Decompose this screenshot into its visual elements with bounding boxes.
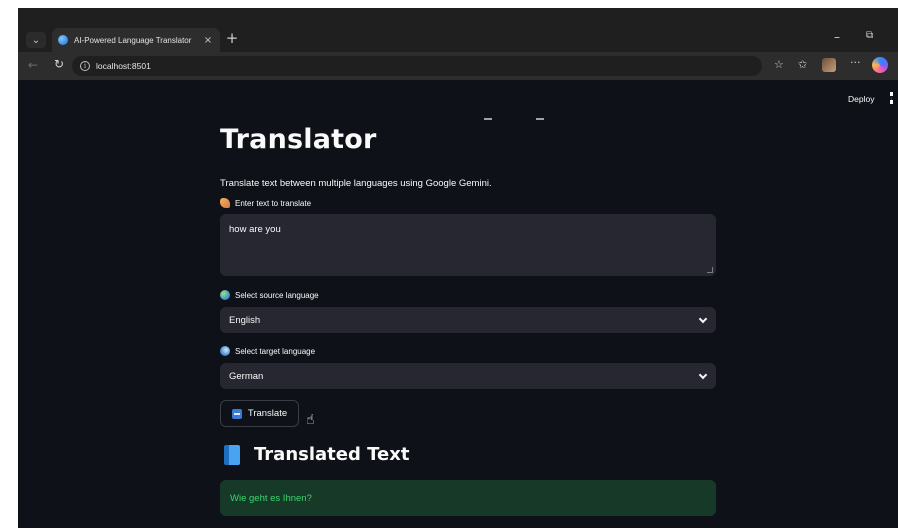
url-text: localhost:8501: [96, 61, 151, 71]
input-label-text: Enter text to translate: [235, 198, 312, 208]
translated-text: Wie geht es Ihnen?: [230, 492, 312, 504]
info-icon[interactable]: i: [80, 61, 90, 71]
star-icon[interactable]: ☆: [774, 58, 784, 71]
browser-window: ⌄ AI-Powered Language Translator × + – ⧉…: [18, 8, 898, 528]
status-indicator: [484, 118, 492, 120]
tab-close-icon[interactable]: ×: [202, 35, 214, 46]
more-icon[interactable]: ···: [850, 56, 861, 69]
app-page: Deploy Translator Translate text between…: [18, 80, 898, 528]
main-menu-icon[interactable]: [890, 92, 893, 104]
target-label-text: Select target language: [235, 346, 316, 356]
text-input-area[interactable]: how are you: [220, 214, 716, 276]
tab-title: AI-Powered Language Translator: [74, 35, 192, 45]
source-label-text: Select source language: [235, 290, 319, 300]
result-heading-text: Translated Text: [254, 444, 410, 465]
result-heading: Translated Text: [220, 444, 409, 465]
writing-hand-icon: [220, 198, 230, 208]
status-indicator: [536, 118, 544, 120]
translate-button-label: Translate: [247, 408, 288, 419]
chevron-down-icon: [698, 314, 708, 323]
target-language-select[interactable]: German: [220, 363, 716, 389]
address-bar[interactable]: i localhost:8501: [72, 56, 762, 76]
tab-menu-icon[interactable]: ⌄: [26, 32, 46, 48]
target-label: Select target language: [220, 346, 315, 356]
resize-handle-icon[interactable]: [707, 267, 713, 273]
page-title: Translator: [220, 124, 377, 155]
target-language-value: German: [229, 370, 264, 382]
tab-strip: ⌄ AI-Powered Language Translator × + – ⧉: [18, 8, 898, 52]
minimize-button[interactable]: –: [834, 30, 840, 44]
favorites-icon[interactable]: ✩: [798, 58, 807, 71]
book-icon: [224, 444, 240, 465]
profile-avatar[interactable]: [822, 58, 836, 72]
source-language-select[interactable]: English: [220, 307, 716, 333]
text-input-value: how are you: [229, 224, 281, 235]
translate-button[interactable]: Translate: [220, 400, 299, 427]
deploy-button[interactable]: Deploy: [848, 94, 874, 104]
reload-icon[interactable]: ↻: [54, 57, 64, 71]
favicon-icon: [58, 35, 68, 45]
globe-icon: [220, 346, 230, 356]
back-icon[interactable]: ←: [28, 58, 38, 72]
source-label: Select source language: [220, 290, 319, 300]
restore-button[interactable]: ⧉: [866, 30, 873, 41]
copilot-icon[interactable]: [872, 57, 888, 73]
translated-text-box: Wie geht es Ihnen?: [220, 480, 716, 516]
browser-toolbar: ← ↻ i localhost:8501 ☆ ✩ ···: [18, 52, 898, 80]
source-language-value: English: [229, 314, 261, 326]
new-tab-button[interactable]: +: [224, 29, 240, 47]
input-label: Enter text to translate: [220, 198, 311, 208]
globe-icon: [220, 290, 230, 300]
page-subtitle: Translate text between multiple language…: [220, 178, 492, 189]
mouse-cursor-icon: ☝: [306, 412, 315, 428]
browser-tab[interactable]: AI-Powered Language Translator ×: [52, 28, 220, 52]
chevron-down-icon: [698, 370, 708, 379]
translate-icon: [231, 408, 242, 419]
